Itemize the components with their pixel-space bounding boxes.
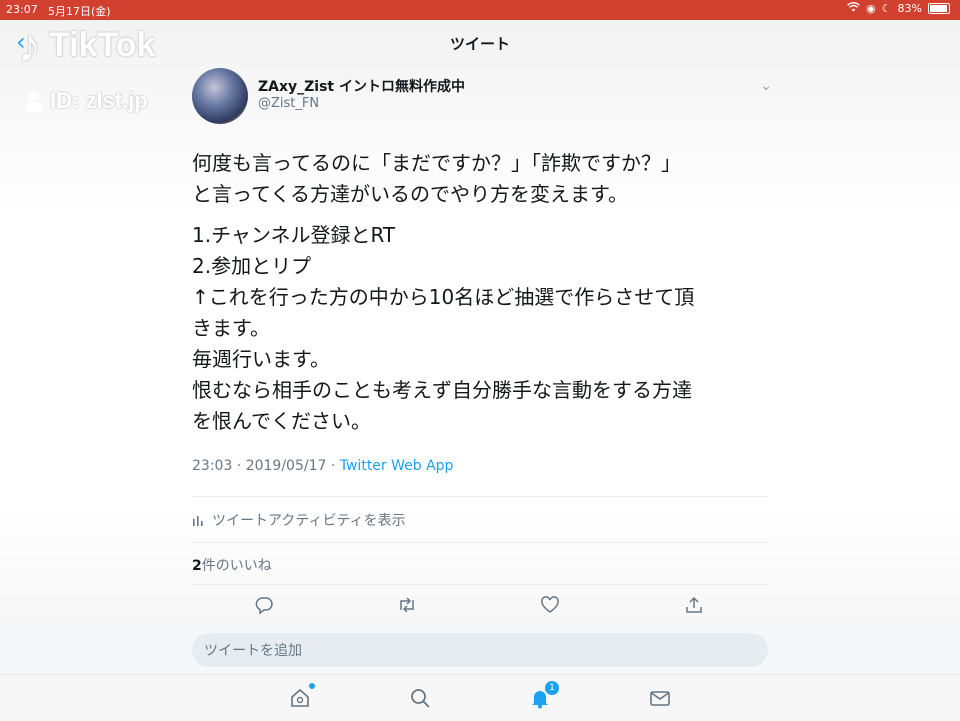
likes-number: 2: [192, 558, 202, 574]
status-time: 23:07: [6, 3, 38, 16]
tweet-line: を恨んでください。: [192, 409, 371, 433]
divider: [192, 496, 768, 497]
share-icon[interactable]: [679, 590, 709, 620]
tweet-line: 1.チャンネル登録とRT: [192, 223, 396, 247]
chevron-down-icon[interactable]: ⌄: [760, 78, 772, 94]
divider: [192, 584, 768, 585]
tweet-line: と言ってくる方達がいるのでやり方を変えます。: [192, 182, 628, 206]
search-icon[interactable]: [407, 685, 433, 711]
watermark-id: ID: zlst.jp: [24, 88, 148, 114]
tweet-time: 23:03 · 2019/05/17 ·: [192, 458, 340, 474]
status-indicators: ◉ ☾ 83%: [847, 2, 950, 15]
tweet-activity-link[interactable]: ツイートアクティビティを表示: [192, 510, 406, 530]
tweet-line: 2.参加とリプ: [192, 254, 312, 278]
avatar[interactable]: [192, 68, 248, 124]
watermark-brand: TikTok: [49, 25, 156, 64]
tweet-body: 何度も言ってるのに「まだですか？」「詐欺ですか？」 と言ってくる方達がいるのでや…: [192, 148, 772, 437]
location-icon: ◉: [866, 2, 876, 15]
reply-input[interactable]: ツイートを追加: [192, 633, 768, 667]
messages-envelope-icon[interactable]: [647, 685, 673, 711]
notification-badge: 1: [545, 681, 559, 695]
watermark-id-text: ID: zlst.jp: [50, 88, 148, 113]
likes-count[interactable]: 2件のいいね: [192, 555, 272, 575]
tweet-line: きます。: [192, 316, 270, 340]
notifications-bell-icon[interactable]: 1: [527, 681, 559, 711]
author-name[interactable]: ZAxy_Zist イントロ無料作成中: [258, 76, 465, 96]
tweet-line: ↑これを行った方の中から10名ほど抽選で作らさせて頂: [192, 285, 695, 309]
retweet-icon[interactable]: [392, 590, 422, 620]
tiktok-logo-icon: ♪: [18, 19, 41, 71]
tweet-actions: [192, 590, 768, 620]
tweet-source-link[interactable]: Twitter Web App: [340, 458, 454, 474]
tweet-line: 何度も言ってるのに「まだですか？」「詐欺ですか？」: [192, 151, 681, 175]
like-heart-icon[interactable]: [535, 590, 565, 620]
author-handle[interactable]: @Zist_FN: [258, 96, 319, 111]
tweet-line: 毎週行います。: [192, 347, 330, 371]
battery-icon: [928, 3, 950, 14]
reply-icon[interactable]: [249, 590, 279, 620]
home-icon[interactable]: [287, 683, 315, 711]
wifi-icon: [847, 2, 860, 15]
bar-chart-icon: [193, 516, 203, 526]
activity-label: ツイートアクティビティを表示: [212, 513, 406, 529]
status-bar: 23:07 5月17日(金) ◉ ☾ 83%: [0, 0, 960, 20]
moon-icon: ☾: [881, 2, 892, 15]
status-date: 5月17日(金): [48, 5, 111, 18]
battery-percent: 83%: [897, 2, 922, 15]
new-content-dot: [309, 683, 315, 689]
likes-label: 件のいいね: [201, 558, 272, 574]
tiktok-watermark: ♪ TikTok: [18, 22, 155, 68]
divider: [192, 542, 768, 543]
tweet-timestamp: 23:03 · 2019/05/17 · Twitter Web App: [192, 458, 453, 474]
user-icon: [25, 91, 43, 112]
tab-bar: 1: [0, 674, 960, 721]
tweet-line: 恨むなら相手のことも考えず自分勝手な言動をする方達: [192, 378, 692, 402]
tweet-author: ZAxy_Zist イントロ無料作成中 @Zist_FN ⌄: [192, 68, 772, 126]
